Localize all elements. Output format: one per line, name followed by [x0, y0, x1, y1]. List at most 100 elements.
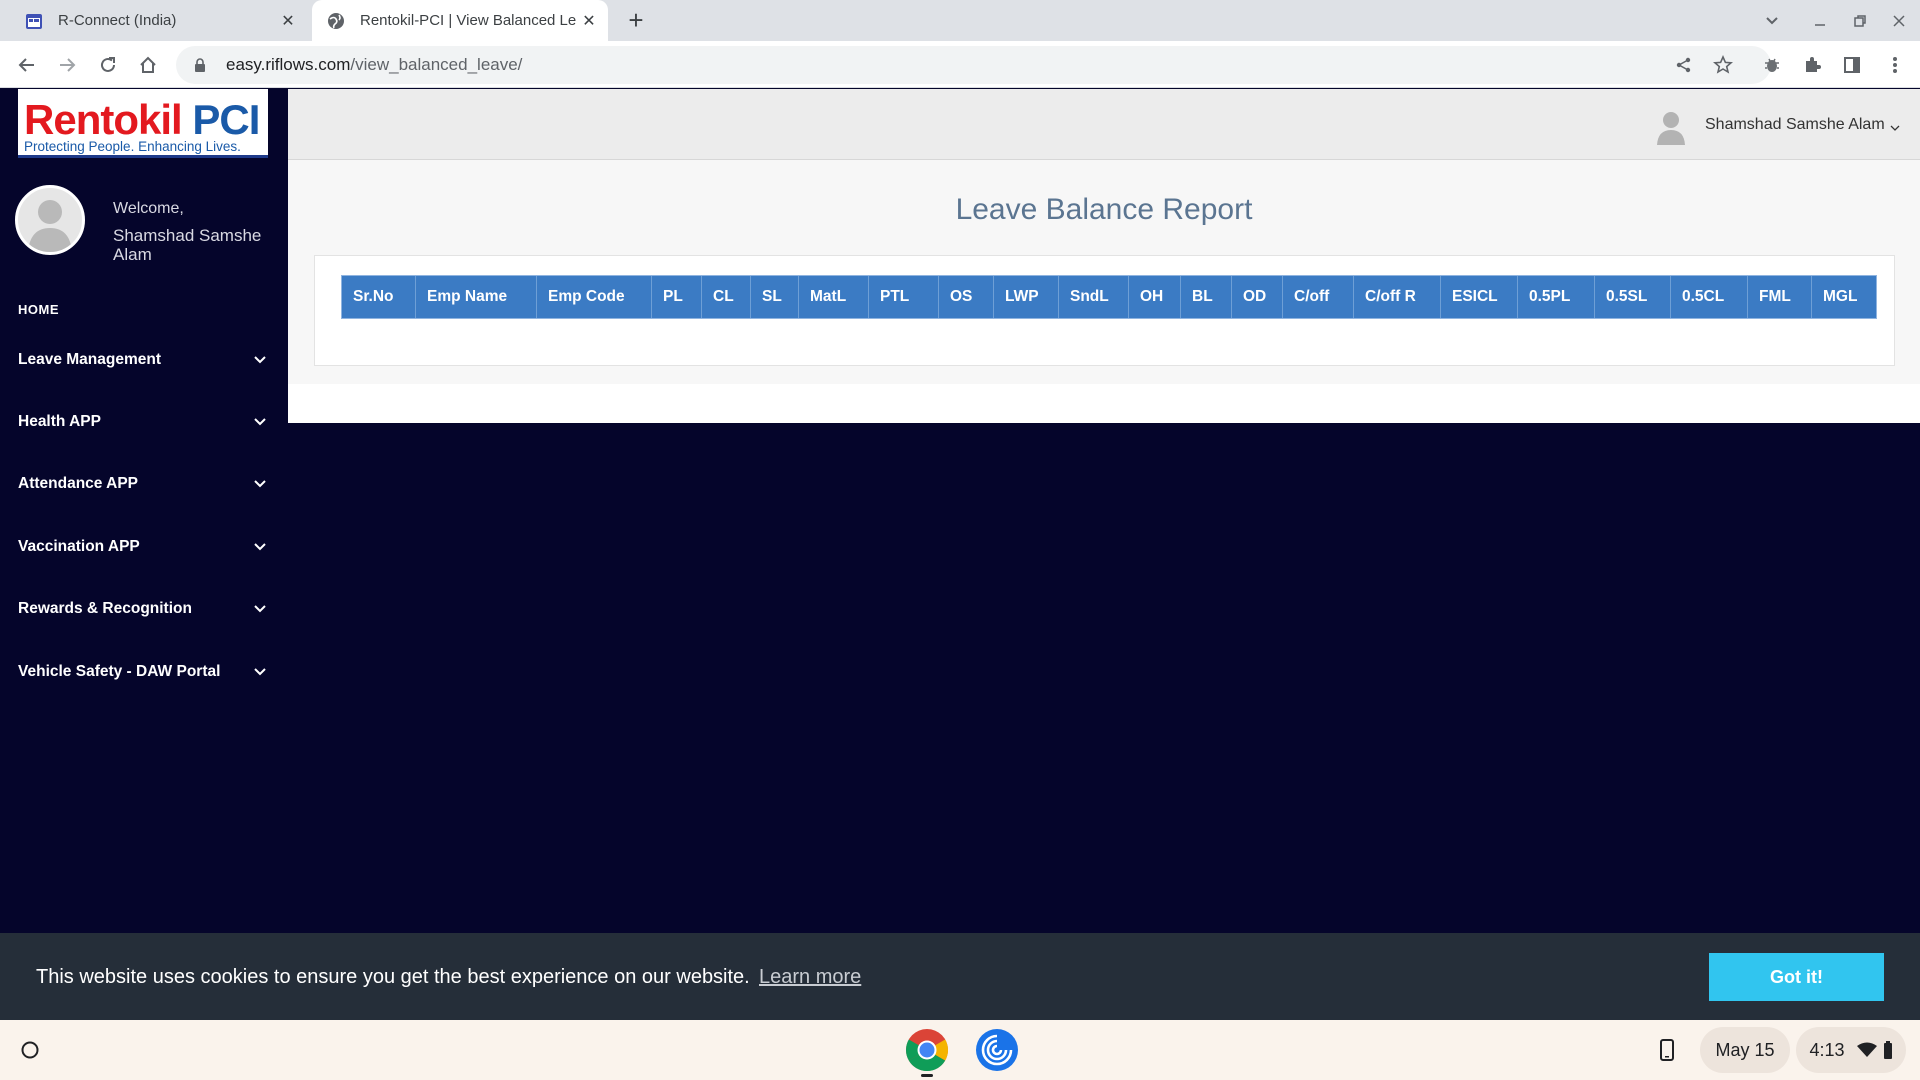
url-path: /view_balanced_leave/	[350, 55, 523, 74]
sidebar-item-vehicle-safety[interactable]: Vehicle Safety - DAW Portal	[18, 657, 268, 687]
sidebar-item-health-app[interactable]: Health APP	[18, 407, 268, 437]
bookmark-star-icon[interactable]	[1708, 50, 1738, 80]
tab-title: Rentokil-PCI | View Balanced Lea	[360, 12, 576, 29]
column-header[interactable]: 0.5CL	[1671, 276, 1748, 318]
shelf-date: May 15	[1715, 1039, 1775, 1060]
got-it-button[interactable]: Got it!	[1709, 953, 1884, 1001]
column-header[interactable]: Sr.No	[342, 276, 416, 318]
column-header[interactable]: 0.5SL	[1595, 276, 1671, 318]
spiral-app-icon[interactable]	[975, 1028, 1019, 1072]
close-window-icon[interactable]	[1886, 8, 1912, 34]
column-header[interactable]: ESICL	[1441, 276, 1518, 318]
sidebar-item-label: Health APP	[18, 413, 101, 430]
sidebar-item-label: Vaccination APP	[18, 538, 140, 555]
logo-tagline: Protecting People. Enhancing Lives.	[24, 139, 241, 154]
sidebar-item-label: Attendance APP	[18, 475, 139, 492]
battery-icon	[1883, 1041, 1893, 1059]
browser-toolbar: easy.riflows.com/view_balanced_leave/	[0, 41, 1920, 88]
back-arrow-icon[interactable]	[12, 50, 42, 80]
column-header[interactable]: SndL	[1059, 276, 1129, 318]
caret-down-icon	[1890, 120, 1900, 131]
column-header[interactable]: MatL	[799, 276, 869, 318]
column-header[interactable]: C/off R	[1354, 276, 1441, 318]
column-header[interactable]: Emp Name	[416, 276, 537, 318]
wifi-icon	[1856, 1042, 1877, 1058]
page-title: Leave Balance Report	[955, 193, 1253, 226]
calendar-favicon-icon	[24, 11, 44, 31]
header-avatar[interactable]	[1655, 109, 1687, 145]
kebab-menu-icon[interactable]	[1880, 50, 1910, 80]
sidebar-item-attendance-app[interactable]: Attendance APP	[18, 469, 268, 499]
column-header[interactable]: PL	[652, 276, 702, 318]
sidebar-item-vaccination-app[interactable]: Vaccination APP	[18, 532, 268, 562]
logo-brand-1: Rentokil	[24, 96, 183, 143]
sidebar: Rentokil PCI Protecting People. Enhancin…	[0, 89, 288, 1019]
lock-icon[interactable]	[192, 56, 208, 74]
address-bar[interactable]: easy.riflows.com/view_balanced_leave/	[176, 46, 1771, 84]
tab-title: R-Connect (India)	[58, 12, 177, 29]
shelf-time: 4:13	[1809, 1039, 1845, 1060]
sidebar-item-label: Rewards & Recognition	[18, 600, 192, 617]
share-icon[interactable]	[1669, 50, 1699, 80]
tab-search-chevron-icon[interactable]	[1759, 8, 1785, 34]
chevron-down-icon	[252, 352, 268, 368]
os-shelf: May 15 4:13	[0, 1020, 1920, 1080]
column-header[interactable]: LWP	[994, 276, 1059, 318]
column-header[interactable]: MGL	[1812, 276, 1876, 318]
extensions-puzzle-icon[interactable]	[1797, 50, 1827, 80]
welcome-text: Welcome,	[113, 200, 184, 217]
user-avatar	[15, 185, 85, 255]
home-icon[interactable]	[133, 50, 163, 80]
column-header[interactable]: 0.5PL	[1518, 276, 1595, 318]
column-header[interactable]: OD	[1232, 276, 1283, 318]
tab-view-balanced-leave[interactable]: Rentokil-PCI | View Balanced Lea ✕	[312, 0, 608, 41]
column-header[interactable]: FML	[1748, 276, 1812, 318]
reload-icon[interactable]	[93, 50, 123, 80]
learn-more-link[interactable]: Learn more	[759, 966, 861, 989]
column-header[interactable]: PTL	[869, 276, 939, 318]
forward-arrow-icon[interactable]	[52, 50, 82, 80]
sidebar-item-rewards-recognition[interactable]: Rewards & Recognition	[18, 594, 268, 624]
chevron-down-icon	[252, 476, 268, 492]
column-header[interactable]: C/off	[1283, 276, 1354, 318]
date-pill[interactable]: May 15	[1700, 1027, 1790, 1073]
url-text: easy.riflows.com/view_balanced_leave/	[226, 55, 522, 75]
rentokil-pci-logo[interactable]: Rentokil PCI Protecting People. Enhancin…	[18, 89, 268, 158]
column-header[interactable]: BL	[1181, 276, 1232, 318]
logo-brand-2: PCI	[192, 96, 260, 143]
tab-close-icon[interactable]: ✕	[576, 8, 602, 34]
sidebar-user-name: Shamshad Samshe Alam	[113, 226, 262, 264]
restore-icon[interactable]	[1847, 8, 1873, 34]
new-tab-icon[interactable]: +	[622, 5, 650, 35]
column-header[interactable]: OH	[1129, 276, 1181, 318]
header-user-name: Shamshad Samshe Alam	[1705, 116, 1885, 133]
globe-favicon-icon	[326, 11, 346, 31]
sidebar-item-leave-management[interactable]: Leave Management	[18, 345, 268, 375]
chevron-down-icon	[252, 414, 268, 430]
minimize-icon[interactable]	[1807, 8, 1833, 34]
side-panel-icon[interactable]	[1837, 50, 1867, 80]
tab-r-connect[interactable]: R-Connect (India) ✕	[0, 0, 307, 41]
nav-home[interactable]: HOME	[18, 302, 59, 317]
column-header[interactable]: Emp Code	[537, 276, 652, 318]
user-menu[interactable]: Shamshad Samshe Alam	[1705, 116, 1900, 134]
phone-hub-icon[interactable]	[1645, 1028, 1689, 1072]
chevron-down-icon	[252, 601, 268, 617]
chevron-down-icon	[252, 539, 268, 555]
report-panel: Sr.No Emp Name Emp Code PL CL SL MatL PT…	[314, 255, 1895, 366]
leave-balance-table-header: Sr.No Emp Name Emp Code PL CL SL MatL PT…	[341, 275, 1877, 319]
chrome-app-icon[interactable]	[905, 1028, 949, 1072]
column-header[interactable]: SL	[751, 276, 799, 318]
column-header[interactable]: OS	[939, 276, 994, 318]
url-host: easy.riflows.com	[226, 55, 351, 74]
column-header[interactable]: CL	[702, 276, 751, 318]
bug-extension-icon[interactable]	[1757, 50, 1787, 80]
status-tray[interactable]: 4:13	[1796, 1027, 1906, 1073]
launcher-icon[interactable]	[10, 1030, 50, 1070]
tab-close-icon[interactable]: ✕	[275, 8, 301, 34]
cookie-banner: This website uses cookies to ensure you …	[0, 933, 1920, 1020]
browser-tabstrip: R-Connect (India) ✕ Rentokil-PCI | View …	[0, 0, 1920, 41]
logo-wordmark: Rentokil PCI	[24, 96, 260, 143]
chevron-down-icon	[252, 664, 268, 680]
top-header-bar: Shamshad Samshe Alam	[288, 89, 1920, 160]
